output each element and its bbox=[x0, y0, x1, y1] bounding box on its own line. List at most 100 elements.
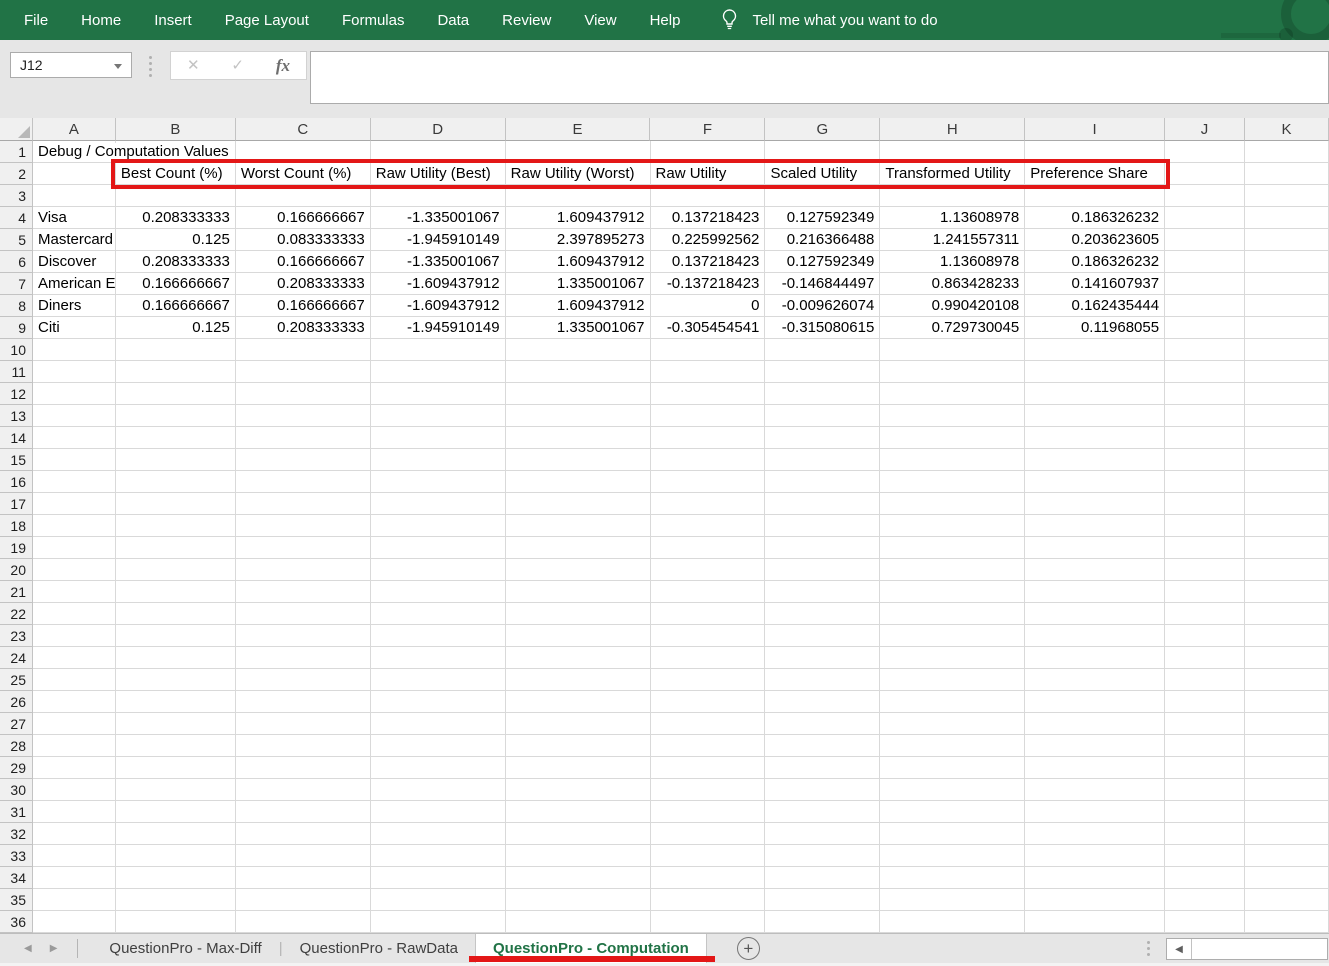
cell-F11[interactable] bbox=[651, 361, 766, 383]
cell-G7[interactable]: -0.146844497 bbox=[765, 273, 880, 295]
new-sheet-button[interactable]: + bbox=[737, 937, 760, 960]
cell-K28[interactable] bbox=[1245, 735, 1329, 757]
cell-B27[interactable] bbox=[116, 713, 236, 735]
menu-insert[interactable]: Insert bbox=[154, 12, 192, 29]
cell-A25[interactable] bbox=[33, 669, 116, 691]
cell-D18[interactable] bbox=[371, 515, 506, 537]
cell-A28[interactable] bbox=[33, 735, 116, 757]
formula-input[interactable] bbox=[310, 51, 1329, 104]
cell-D15[interactable] bbox=[371, 449, 506, 471]
cell-G22[interactable] bbox=[765, 603, 880, 625]
cell-H17[interactable] bbox=[880, 493, 1025, 515]
cell-I26[interactable] bbox=[1025, 691, 1165, 713]
cell-H19[interactable] bbox=[880, 537, 1025, 559]
cell-G23[interactable] bbox=[765, 625, 880, 647]
tab-questionpro-max-diff[interactable]: QuestionPro - Max-Diff bbox=[92, 934, 278, 963]
cell-E29[interactable] bbox=[506, 757, 651, 779]
column-header-F[interactable]: F bbox=[650, 118, 765, 141]
column-header-D[interactable]: D bbox=[371, 118, 506, 141]
cell-C14[interactable] bbox=[236, 427, 371, 449]
cell-K29[interactable] bbox=[1245, 757, 1329, 779]
cell-I35[interactable] bbox=[1025, 889, 1165, 911]
cell-G20[interactable] bbox=[765, 559, 880, 581]
cell-K13[interactable] bbox=[1245, 405, 1329, 427]
cell-J11[interactable] bbox=[1165, 361, 1245, 383]
cell-J17[interactable] bbox=[1165, 493, 1245, 515]
cell-J10[interactable] bbox=[1165, 339, 1245, 361]
cell-I21[interactable] bbox=[1025, 581, 1165, 603]
cell-H6[interactable]: 1.13608978 bbox=[880, 251, 1025, 273]
menu-home[interactable]: Home bbox=[81, 12, 121, 29]
cell-J18[interactable] bbox=[1165, 515, 1245, 537]
enter-icon[interactable]: ✓ bbox=[231, 58, 244, 73]
cell-J26[interactable] bbox=[1165, 691, 1245, 713]
cell-C20[interactable] bbox=[236, 559, 371, 581]
cell-B22[interactable] bbox=[116, 603, 236, 625]
cell-I13[interactable] bbox=[1025, 405, 1165, 427]
cell-G11[interactable] bbox=[765, 361, 880, 383]
cell-D30[interactable] bbox=[371, 779, 506, 801]
cell-A36[interactable] bbox=[33, 911, 116, 933]
cell-J21[interactable] bbox=[1165, 581, 1245, 603]
cell-H1[interactable] bbox=[880, 141, 1025, 163]
row-header-1[interactable]: 1 bbox=[0, 141, 33, 163]
cell-J34[interactable] bbox=[1165, 867, 1245, 889]
cell-C3[interactable] bbox=[236, 185, 371, 207]
cell-J20[interactable] bbox=[1165, 559, 1245, 581]
cell-I17[interactable] bbox=[1025, 493, 1165, 515]
cell-H14[interactable] bbox=[880, 427, 1025, 449]
cell-B4[interactable]: 0.208333333 bbox=[116, 207, 236, 229]
cell-B6[interactable]: 0.208333333 bbox=[116, 251, 236, 273]
cell-K16[interactable] bbox=[1245, 471, 1329, 493]
cell-D7[interactable]: -1.609437912 bbox=[371, 273, 506, 295]
cell-D36[interactable] bbox=[371, 911, 506, 933]
row-header-23[interactable]: 23 bbox=[0, 625, 33, 647]
cell-H18[interactable] bbox=[880, 515, 1025, 537]
cell-B19[interactable] bbox=[116, 537, 236, 559]
column-header-J[interactable]: J bbox=[1165, 118, 1245, 141]
cell-I31[interactable] bbox=[1025, 801, 1165, 823]
cell-F9[interactable]: -0.305454541 bbox=[651, 317, 766, 339]
cell-J36[interactable] bbox=[1165, 911, 1245, 933]
cell-G9[interactable]: -0.315080615 bbox=[765, 317, 880, 339]
cell-A27[interactable] bbox=[33, 713, 116, 735]
cell-K20[interactable] bbox=[1245, 559, 1329, 581]
cell-B11[interactable] bbox=[116, 361, 236, 383]
row-header-8[interactable]: 8 bbox=[0, 295, 33, 317]
cell-J14[interactable] bbox=[1165, 427, 1245, 449]
menu-review[interactable]: Review bbox=[502, 12, 551, 29]
cell-D12[interactable] bbox=[371, 383, 506, 405]
column-header-A[interactable]: A bbox=[33, 118, 116, 141]
cell-B36[interactable] bbox=[116, 911, 236, 933]
cell-D31[interactable] bbox=[371, 801, 506, 823]
row-header-34[interactable]: 34 bbox=[0, 867, 33, 889]
cell-H3[interactable] bbox=[880, 185, 1025, 207]
cell-K33[interactable] bbox=[1245, 845, 1329, 867]
row-header-4[interactable]: 4 bbox=[0, 207, 33, 229]
cell-J33[interactable] bbox=[1165, 845, 1245, 867]
cell-B26[interactable] bbox=[116, 691, 236, 713]
cell-I1[interactable] bbox=[1025, 141, 1165, 163]
cell-B7[interactable]: 0.166666667 bbox=[116, 273, 236, 295]
cell-I24[interactable] bbox=[1025, 647, 1165, 669]
cell-J15[interactable] bbox=[1165, 449, 1245, 471]
cell-E23[interactable] bbox=[506, 625, 651, 647]
cell-G32[interactable] bbox=[765, 823, 880, 845]
cell-K6[interactable] bbox=[1245, 251, 1329, 273]
row-header-36[interactable]: 36 bbox=[0, 911, 33, 933]
cell-D34[interactable] bbox=[371, 867, 506, 889]
cell-A32[interactable] bbox=[33, 823, 116, 845]
cell-G27[interactable] bbox=[765, 713, 880, 735]
row-header-9[interactable]: 9 bbox=[0, 317, 33, 339]
cell-K27[interactable] bbox=[1245, 713, 1329, 735]
cell-K9[interactable] bbox=[1245, 317, 1329, 339]
cell-D17[interactable] bbox=[371, 493, 506, 515]
cell-H36[interactable] bbox=[880, 911, 1025, 933]
cell-G14[interactable] bbox=[765, 427, 880, 449]
cell-E32[interactable] bbox=[506, 823, 651, 845]
cell-H12[interactable] bbox=[880, 383, 1025, 405]
cell-A31[interactable] bbox=[33, 801, 116, 823]
cell-H29[interactable] bbox=[880, 757, 1025, 779]
cell-F23[interactable] bbox=[651, 625, 766, 647]
cell-I36[interactable] bbox=[1025, 911, 1165, 933]
